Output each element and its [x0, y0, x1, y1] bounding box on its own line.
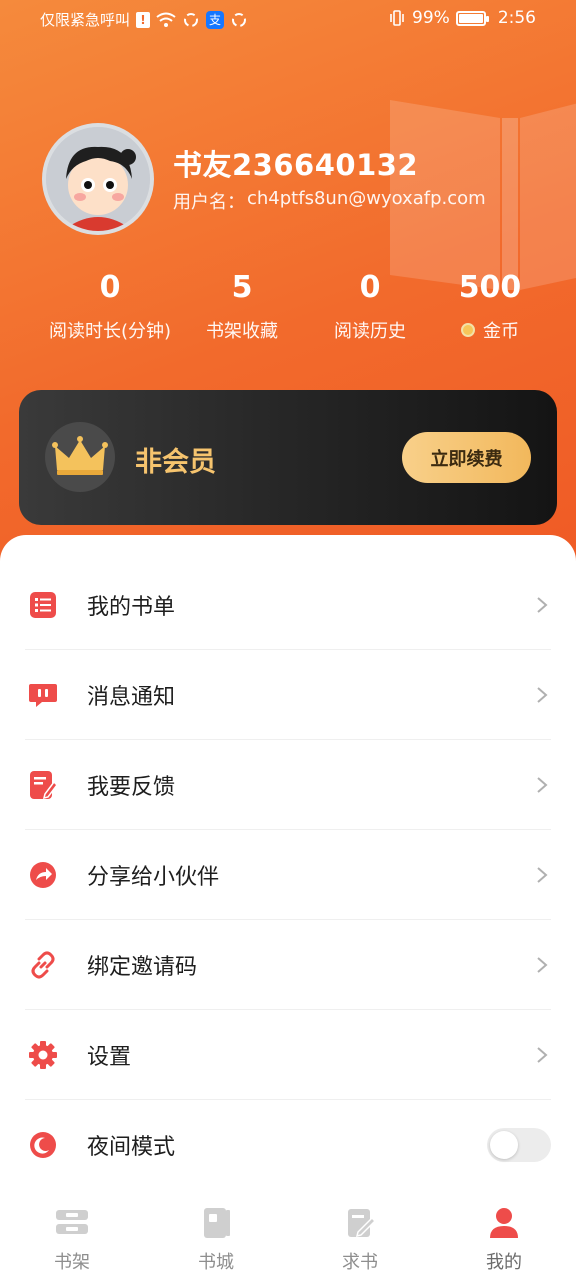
avatar[interactable]: [42, 123, 154, 235]
request-book-icon: [348, 1209, 377, 1238]
sync-icon: [184, 12, 199, 27]
chevron-right-icon: [537, 956, 548, 973]
menu-label: 绑定邀请码: [87, 954, 198, 980]
status-bar: 仅限紧急呼叫 ! 支 99% 2:56: [0, 0, 576, 38]
stat-label: 书架收藏: [206, 321, 278, 342]
alipay-icon: 支: [206, 10, 225, 29]
menu-item-settings[interactable]: 设置: [25, 1010, 551, 1100]
stat-label: 金币: [483, 321, 519, 342]
nav-label: 我的: [486, 1252, 522, 1273]
stat-reading-time[interactable]: 0 阅读时长(分钟): [40, 270, 180, 343]
sync-icon-2: [232, 12, 247, 27]
menu-label: 我要反馈: [87, 774, 176, 800]
stat-label-wrap: 金币: [440, 317, 540, 343]
night-mode-toggle[interactable]: [487, 1128, 551, 1162]
account-line: 用户名： ch4ptfs8un@wyoxafp.com: [173, 188, 486, 214]
gear-icon: [25, 1037, 61, 1073]
nav-label: 书架: [54, 1252, 90, 1273]
stat-coins[interactable]: 500 金币: [440, 270, 540, 343]
nav-bookstore[interactable]: 书城: [166, 1206, 266, 1274]
stat-label: 阅读时长(分钟): [48, 321, 172, 342]
bookstore-icon: [204, 1208, 230, 1238]
share-icon: [25, 857, 61, 893]
account-value: ch4ptfs8un@wyoxafp.com: [247, 188, 486, 209]
stat-value: 500: [458, 270, 522, 305]
menu-label: 夜间模式: [87, 1135, 176, 1160]
nav-request-book[interactable]: 求书: [310, 1206, 410, 1274]
nav-bookshelf[interactable]: 书架: [22, 1206, 122, 1274]
chevron-right-icon: [537, 776, 548, 793]
nav-profile[interactable]: 我的: [454, 1206, 554, 1274]
battery-percent: 99%: [412, 8, 450, 28]
chevron-right-icon: [537, 866, 548, 883]
vibrate-icon: [390, 10, 404, 26]
message-icon: [25, 677, 61, 713]
wifi-icon: [156, 12, 176, 27]
menu-item-booklist[interactable]: 我的书单: [25, 560, 551, 650]
nav-label: 书城: [198, 1252, 234, 1273]
menu-item-night-mode: 夜间模式: [25, 1100, 551, 1190]
menu-item-share[interactable]: 分享给小伙伴: [25, 830, 551, 920]
stat-bookshelf[interactable]: 5 书架收藏: [192, 270, 292, 343]
menu-label: 分享给小伙伴: [87, 864, 220, 890]
menu-label: 消息通知: [87, 684, 176, 710]
link-icon: [25, 947, 61, 983]
clock: 2:56: [497, 8, 536, 28]
chevron-right-icon: [537, 686, 548, 703]
moon-icon: [25, 1127, 61, 1163]
menu-sheet: 我的书单 消息通知 我要反馈 分享给小伙伴 绑定邀请码 设置 夜间模式: [0, 535, 576, 1195]
feedback-icon: [25, 767, 61, 803]
profile-icon: [490, 1208, 518, 1238]
coin-icon: [461, 323, 475, 337]
account-prefix: 用户名：: [173, 192, 245, 213]
stat-label: 阅读历史: [334, 321, 406, 342]
chevron-right-icon: [537, 596, 548, 613]
menu-label: 设置: [87, 1044, 132, 1070]
stat-value: 0: [359, 270, 381, 305]
nav-label: 求书: [342, 1252, 378, 1273]
renew-button[interactable]: 立即续费: [402, 432, 531, 483]
list-icon: [25, 587, 61, 623]
bottom-nav: 书架 书城 求书 我的: [0, 1196, 576, 1280]
menu-label: 我的书单: [87, 594, 176, 620]
user-nickname: 书友236640132: [173, 148, 419, 182]
crown-icon: [52, 436, 108, 475]
crown-badge: [45, 422, 115, 492]
stats-row: 0 阅读时长(分钟) 5 书架收藏 0 阅读历史 500 金币: [0, 270, 576, 360]
toggle-knob: [490, 1131, 518, 1159]
alert-icon: !: [136, 11, 151, 28]
stat-value: 5: [231, 270, 253, 305]
menu-item-invite-code[interactable]: 绑定邀请码: [25, 920, 551, 1010]
menu-item-feedback[interactable]: 我要反馈: [25, 740, 551, 830]
emergency-call-text: 仅限紧急呼叫: [40, 11, 131, 29]
stat-value: 0: [99, 270, 121, 305]
bookshelf-icon: [56, 1210, 88, 1234]
battery-icon: [455, 10, 489, 26]
chevron-right-icon: [537, 1046, 548, 1063]
menu-item-notifications[interactable]: 消息通知: [25, 650, 551, 740]
vip-status: 非会员: [135, 447, 216, 478]
stat-history[interactable]: 0 阅读历史: [320, 270, 420, 343]
vip-card[interactable]: 非会员 立即续费: [19, 390, 557, 525]
